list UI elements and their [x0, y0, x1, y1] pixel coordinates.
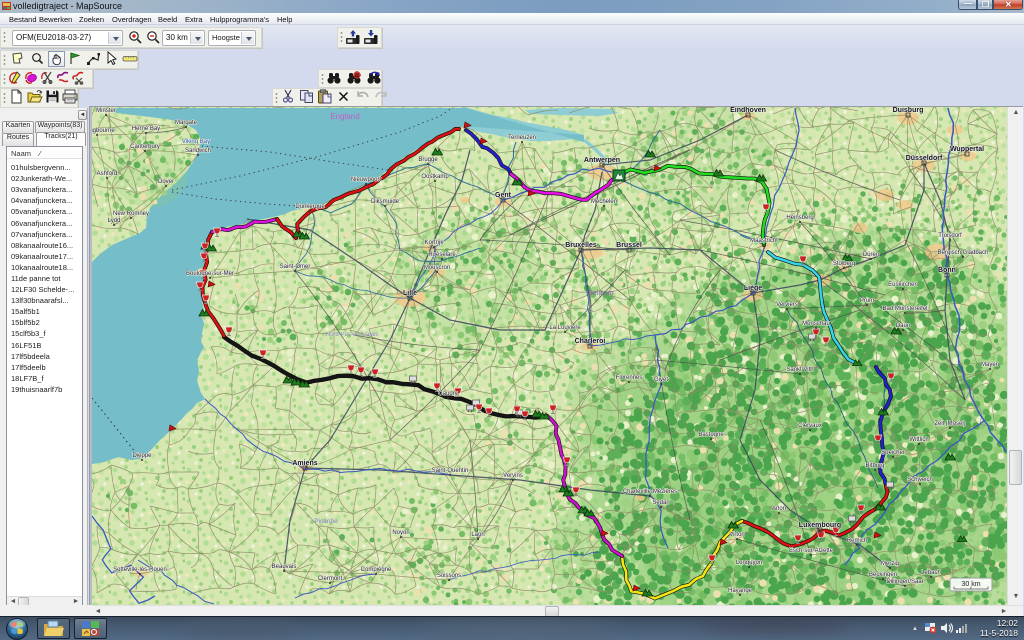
svg-text:Dunkerque: Dunkerque: [295, 204, 325, 210]
svg-text:Sankt Vith: Sankt Vith: [786, 367, 813, 373]
svg-text:Euskirchen: Euskirchen: [888, 282, 918, 288]
svg-text:Saint-Omer: Saint-Omer: [280, 264, 311, 270]
svg-text:Charleville-Mézières: Charleville-Mézières: [623, 489, 677, 495]
svg-text:Noyon: Noyon: [392, 530, 409, 536]
svg-text:Mouscron: Mouscron: [424, 265, 450, 271]
svg-text:England: England: [330, 112, 359, 121]
svg-text:Düren: Düren: [863, 252, 879, 258]
svg-text:Roeselare: Roeselare: [428, 252, 456, 258]
svg-text:Sotteville-lès-Rouen: Sotteville-lès-Rouen: [113, 567, 167, 573]
svg-text:Beauvais: Beauvais: [272, 564, 297, 570]
svg-text:Laon: Laon: [471, 532, 484, 538]
svg-text:Kortrijk: Kortrijk: [425, 240, 445, 246]
svg-text:Brugge: Brugge: [418, 157, 438, 163]
svg-text:Belgium: Belgium: [588, 290, 613, 297]
svg-text:Givet: Givet: [654, 377, 668, 383]
svg-text:Troisdorf: Troisdorf: [938, 233, 962, 239]
svg-text:Picardie: Picardie: [314, 518, 338, 525]
svg-text:Maastricht: Maastricht: [750, 238, 778, 244]
svg-text:Schweich: Schweich: [907, 477, 933, 483]
svg-text:Prüm: Prüm: [860, 298, 874, 304]
svg-text:Dover: Dover: [158, 179, 174, 185]
svg-text:Saint-Quentin: Saint-Quentin: [432, 468, 469, 474]
svg-text:Heinsberg: Heinsberg: [786, 215, 813, 221]
svg-text:Verviers: Verviers: [776, 302, 798, 308]
svg-text:Vervins: Vervins: [503, 473, 523, 479]
svg-text:Lydd: Lydd: [108, 218, 121, 224]
svg-text:Herne Bay: Herne Bay: [132, 126, 160, 132]
svg-text:La Louviere: La Louviere: [549, 325, 581, 331]
svg-text:Clervaux: Clervaux: [798, 423, 822, 429]
svg-text:Arlon: Arlon: [772, 506, 786, 512]
svg-text:Esch-sur-Alzette: Esch-sur-Alzette: [789, 548, 834, 554]
svg-text:Bitburg: Bitburg: [865, 463, 884, 469]
svg-text:Dieppe: Dieppe: [132, 453, 152, 459]
svg-text:Daun: Daun: [896, 323, 910, 329]
svg-text:Bastogne: Bastogne: [698, 432, 724, 438]
svg-text:Virton: Virton: [729, 532, 745, 538]
svg-text:Remich: Remich: [847, 538, 867, 544]
svg-text:Stolberg: Stolberg: [833, 261, 855, 267]
svg-text:Monschau: Monschau: [802, 321, 830, 327]
svg-text:Beckingen: Beckingen: [869, 572, 897, 578]
svg-text:Compiègne: Compiègne: [361, 567, 392, 573]
svg-text:Viking Bay: Viking Bay: [182, 139, 210, 145]
svg-text:Bergisch Gladbach: Bergisch Gladbach: [938, 250, 989, 256]
svg-text:Boulogne-sur-Mer: Boulogne-sur-Mer: [186, 271, 234, 277]
svg-text:Sandwich: Sandwich: [185, 148, 211, 154]
svg-text:Speicher: Speicher: [881, 450, 905, 456]
svg-text:New Romney: New Romney: [113, 211, 149, 217]
svg-text:Hayange: Hayange: [728, 588, 753, 594]
svg-text:Terneuzen: Terneuzen: [508, 135, 536, 141]
svg-text:Zell (Mosel): Zell (Mosel): [934, 421, 965, 427]
svg-text:Caudry: Caudry: [438, 391, 457, 397]
svg-text:Bad Münstereifel: Bad Münstereifel: [882, 306, 927, 312]
svg-text:Margate: Margate: [175, 120, 198, 126]
svg-text:Nord-Pas-de-Calais: Nord-Pas-de-Calais: [326, 332, 379, 338]
svg-text:Lebach: Lebach: [921, 570, 941, 576]
svg-text:Merzig: Merzig: [881, 561, 899, 567]
svg-text:Canterbury: Canterbury: [130, 144, 160, 150]
svg-text:Sedan: Sedan: [652, 500, 669, 506]
svg-text:Wittlich: Wittlich: [909, 437, 928, 443]
svg-text:Minster: Minster: [96, 108, 116, 114]
svg-text:Ashford: Ashford: [97, 171, 118, 177]
svg-text:Dillingen/Saar: Dillingen/Saar: [886, 579, 923, 585]
svg-text:Clermont: Clermont: [318, 576, 343, 582]
svg-text:Diksmuide: Diksmuide: [371, 199, 400, 205]
svg-text:Mayen: Mayen: [981, 362, 999, 368]
svg-text:Longuyon: Longuyon: [736, 560, 762, 566]
svg-text:Nieuwpoort: Nieuwpoort: [351, 177, 382, 183]
svg-text:Mechelen: Mechelen: [591, 199, 617, 205]
svg-text:Oostkamp: Oostkamp: [421, 174, 449, 180]
svg-text:Florennes: Florennes: [616, 375, 643, 381]
svg-text:Sittingbourne: Sittingbourne: [92, 128, 115, 134]
svg-text:Soissons: Soissons: [437, 573, 461, 579]
